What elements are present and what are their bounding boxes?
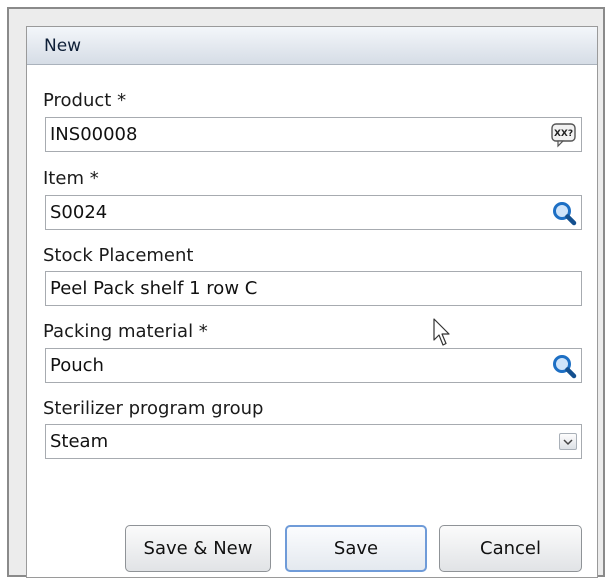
item-field[interactable]: S0024: [45, 195, 582, 230]
item-value: S0024: [50, 202, 108, 223]
product-lookup-icon[interactable]: XX?: [551, 122, 577, 148]
packing-search-icon[interactable]: [551, 353, 577, 379]
sterilizer-program-group-label: Sterilizer program group: [43, 398, 264, 419]
packing-material-field[interactable]: Pouch: [45, 348, 582, 383]
packing-material-value: Pouch: [50, 355, 104, 376]
new-dialog: New Product * INS00008 XX? Item * S0024 …: [26, 26, 598, 578]
chevron-down-icon: [563, 439, 573, 446]
product-field[interactable]: INS00008 XX?: [45, 117, 582, 152]
stock-placement-field[interactable]: Peel Pack shelf 1 row C: [45, 271, 582, 306]
stock-placement-label: Stock Placement: [43, 245, 194, 266]
product-lookup-glyph: XX?: [554, 129, 573, 139]
sterilizer-program-group-select[interactable]: Steam: [45, 424, 582, 459]
item-label: Item *: [43, 168, 99, 189]
save-button[interactable]: Save: [285, 525, 427, 572]
product-value: INS00008: [50, 124, 138, 145]
cancel-button[interactable]: Cancel: [439, 525, 582, 572]
mouse-cursor-icon: [433, 318, 450, 346]
packing-material-label: Packing material *: [43, 321, 208, 342]
dropdown-button[interactable]: [559, 433, 577, 450]
item-search-icon[interactable]: [551, 200, 577, 226]
save-and-new-button[interactable]: Save & New: [125, 525, 271, 572]
sterilizer-program-group-value: Steam: [50, 431, 109, 452]
dialog-header: New: [27, 27, 597, 65]
dialog-title: New: [44, 36, 82, 56]
stock-placement-value: Peel Pack shelf 1 row C: [50, 278, 258, 299]
product-label: Product *: [43, 90, 127, 111]
